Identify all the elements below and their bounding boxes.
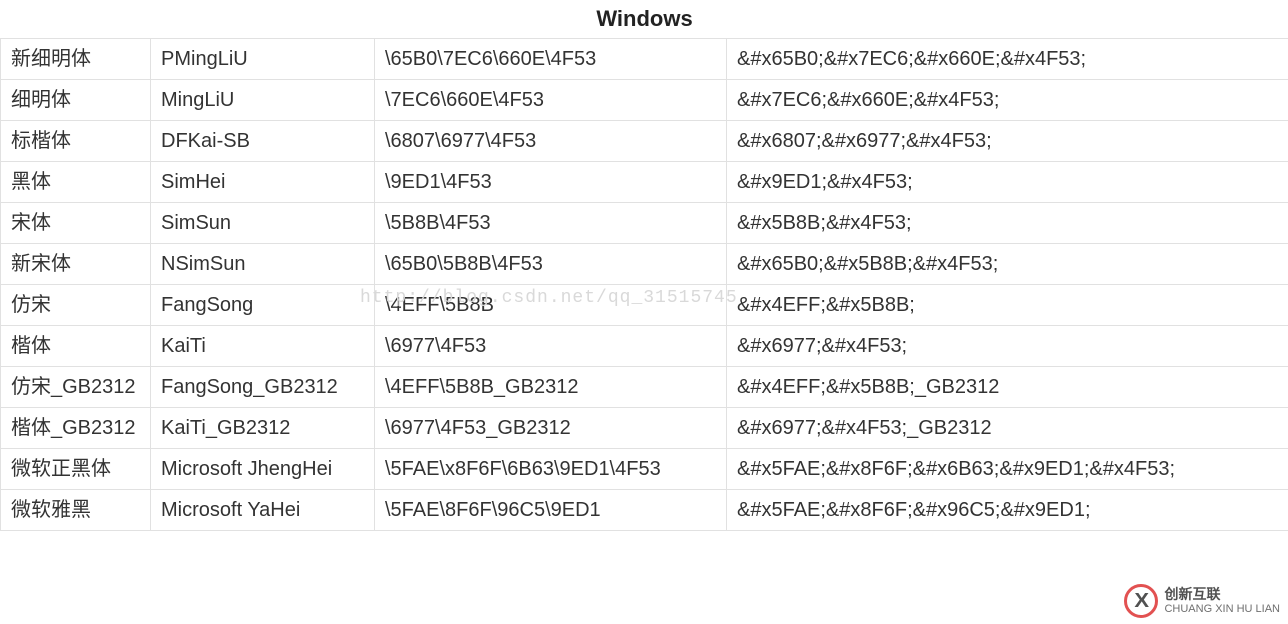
- logo-en: CHUANG XIN HU LIAN: [1164, 603, 1280, 615]
- html-entity: &#x7EC6;&#x660E;&#x4F53;: [727, 80, 1288, 121]
- font-name-cn: 细明体: [1, 80, 151, 121]
- css-unicode: \5FAE\8F6F\96C5\9ED1: [375, 490, 727, 531]
- html-entity: &#x6807;&#x6977;&#x4F53;: [727, 121, 1288, 162]
- logo-circle-icon: X: [1124, 584, 1158, 618]
- font-name-en: MingLiU: [151, 80, 375, 121]
- font-name-en: FangSong: [151, 285, 375, 326]
- css-unicode: \6807\6977\4F53: [375, 121, 727, 162]
- font-name-en: PMingLiU: [151, 39, 375, 80]
- table-row: 仿宋FangSong\4EFF\5B8B&#x4EFF;&#x5B8B;: [1, 285, 1288, 326]
- html-entity: &#x5FAE;&#x8F6F;&#x96C5;&#x9ED1;: [727, 490, 1288, 531]
- font-name-en: DFKai-SB: [151, 121, 375, 162]
- html-entity: &#x65B0;&#x7EC6;&#x660E;&#x4F53;: [727, 39, 1288, 80]
- logo-text: 创新互联 CHUANG XIN HU LIAN: [1164, 587, 1280, 614]
- font-name-cn: 楷体_GB2312: [1, 408, 151, 449]
- font-name-en: KaiTi: [151, 326, 375, 367]
- font-name-en: SimHei: [151, 162, 375, 203]
- font-name-en: Microsoft YaHei: [151, 490, 375, 531]
- font-name-en: FangSong_GB2312: [151, 367, 375, 408]
- html-entity: &#x5B8B;&#x4F53;: [727, 203, 1288, 244]
- table-row: 微软正黑体Microsoft JhengHei\5FAE\x8F6F\6B63\…: [1, 449, 1288, 490]
- logo-cn: 创新互联: [1164, 587, 1280, 602]
- table-body: Windows 新细明体PMingLiU\65B0\7EC6\660E\4F53…: [1, 0, 1288, 531]
- font-name-cn: 黑体: [1, 162, 151, 203]
- table-row: 宋体SimSun\5B8B\4F53&#x5B8B;&#x4F53;: [1, 203, 1288, 244]
- css-unicode: \4EFF\5B8B_GB2312: [375, 367, 727, 408]
- css-unicode: \65B0\7EC6\660E\4F53: [375, 39, 727, 80]
- font-name-cn: 新宋体: [1, 244, 151, 285]
- font-name-en: NSimSun: [151, 244, 375, 285]
- font-name-cn: 微软雅黑: [1, 490, 151, 531]
- css-unicode: \6977\4F53: [375, 326, 727, 367]
- table-row: 标楷体DFKai-SB\6807\6977\4F53&#x6807;&#x697…: [1, 121, 1288, 162]
- table-row: 微软雅黑Microsoft YaHei\5FAE\8F6F\96C5\9ED1&…: [1, 490, 1288, 531]
- css-unicode: \4EFF\5B8B: [375, 285, 727, 326]
- html-entity: &#x9ED1;&#x4F53;: [727, 162, 1288, 203]
- table-row: 楷体KaiTi\6977\4F53&#x6977;&#x4F53;: [1, 326, 1288, 367]
- font-name-cn: 楷体: [1, 326, 151, 367]
- brand-logo: X 创新互联 CHUANG XIN HU LIAN: [1124, 584, 1280, 618]
- font-name-cn: 仿宋_GB2312: [1, 367, 151, 408]
- table-row: 楷体_GB2312KaiTi_GB2312\6977\4F53_GB2312&#…: [1, 408, 1288, 449]
- css-unicode: \5FAE\x8F6F\6B63\9ED1\4F53: [375, 449, 727, 490]
- table-row: 仿宋_GB2312FangSong_GB2312\4EFF\5B8B_GB231…: [1, 367, 1288, 408]
- html-entity: &#x65B0;&#x5B8B;&#x4F53;: [727, 244, 1288, 285]
- css-unicode: \65B0\5B8B\4F53: [375, 244, 727, 285]
- table-header-row: Windows: [1, 0, 1288, 39]
- html-entity: &#x6977;&#x4F53;: [727, 326, 1288, 367]
- table-row: 黑体SimHei\9ED1\4F53&#x9ED1;&#x4F53;: [1, 162, 1288, 203]
- css-unicode: \7EC6\660E\4F53: [375, 80, 727, 121]
- table-row: 细明体MingLiU\7EC6\660E\4F53&#x7EC6;&#x660E…: [1, 80, 1288, 121]
- font-name-cn: 标楷体: [1, 121, 151, 162]
- table-row: 新宋体NSimSun\65B0\5B8B\4F53&#x65B0;&#x5B8B…: [1, 244, 1288, 285]
- font-name-en: SimSun: [151, 203, 375, 244]
- font-table: Windows 新细明体PMingLiU\65B0\7EC6\660E\4F53…: [0, 0, 1288, 531]
- html-entity: &#x4EFF;&#x5B8B;_GB2312: [727, 367, 1288, 408]
- font-name-en: KaiTi_GB2312: [151, 408, 375, 449]
- html-entity: &#x6977;&#x4F53;_GB2312: [727, 408, 1288, 449]
- font-name-cn: 仿宋: [1, 285, 151, 326]
- font-name-en: Microsoft JhengHei: [151, 449, 375, 490]
- logo-x-icon: X: [1134, 590, 1149, 613]
- font-name-cn: 微软正黑体: [1, 449, 151, 490]
- table-title: Windows: [1, 0, 1288, 39]
- table-row: 新细明体PMingLiU\65B0\7EC6\660E\4F53&#x65B0;…: [1, 39, 1288, 80]
- html-entity: &#x4EFF;&#x5B8B;: [727, 285, 1288, 326]
- css-unicode: \9ED1\4F53: [375, 162, 727, 203]
- css-unicode: \5B8B\4F53: [375, 203, 727, 244]
- css-unicode: \6977\4F53_GB2312: [375, 408, 727, 449]
- html-entity: &#x5FAE;&#x8F6F;&#x6B63;&#x9ED1;&#x4F53;: [727, 449, 1288, 490]
- font-name-cn: 宋体: [1, 203, 151, 244]
- font-name-cn: 新细明体: [1, 39, 151, 80]
